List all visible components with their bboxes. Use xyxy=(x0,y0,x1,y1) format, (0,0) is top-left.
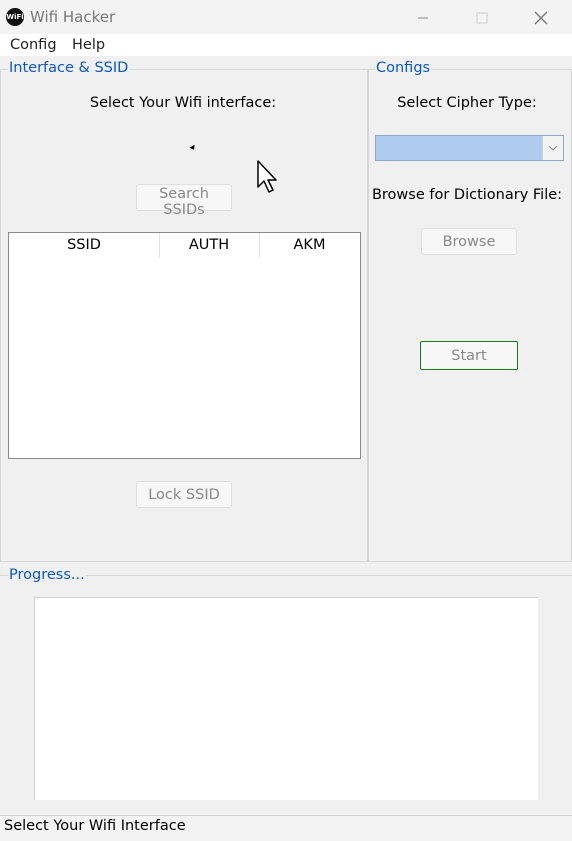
status-text: Select Your Wifi Interface xyxy=(4,818,186,834)
mouse-cursor-icon xyxy=(257,160,277,193)
search-ssids-button[interactable]: Search SSIDs xyxy=(136,184,232,218)
section-separator xyxy=(0,561,572,562)
dictionary-file-label: Browse for Dictionary File: xyxy=(371,187,563,203)
lock-ssid-button[interactable]: Lock SSID xyxy=(136,481,232,508)
browse-button[interactable]: Browse xyxy=(421,228,517,255)
cipher-type-select[interactable] xyxy=(375,135,564,161)
column-header-auth[interactable]: AUTH xyxy=(159,233,259,258)
column-header-ssid[interactable]: SSID xyxy=(9,233,159,258)
progress-log-area[interactable] xyxy=(34,597,538,800)
menu-config[interactable]: Config xyxy=(10,37,57,53)
minimize-icon xyxy=(418,17,428,18)
ssid-table[interactable]: SSID AUTH AKM xyxy=(8,232,361,459)
minimize-button[interactable] xyxy=(400,0,446,34)
configs-group-title: Configs xyxy=(375,60,432,76)
menu-help[interactable]: Help xyxy=(72,37,105,53)
progress-group-title: Progress... xyxy=(8,567,86,583)
cipher-dropdown-button[interactable] xyxy=(542,136,563,160)
chevron-down-icon xyxy=(548,145,558,151)
start-button[interactable]: Start xyxy=(420,341,518,370)
interface-dropdown-indicator-icon[interactable] xyxy=(189,144,197,152)
window-title: Wifi Hacker xyxy=(30,8,116,26)
progress-group-top-border xyxy=(0,575,572,576)
interface-group-left-border xyxy=(0,69,1,561)
close-button[interactable] xyxy=(518,0,564,34)
group-divider xyxy=(367,69,369,561)
column-header-akm[interactable]: AKM xyxy=(259,233,360,258)
maximize-icon xyxy=(476,12,488,23)
close-icon xyxy=(534,11,548,24)
cipher-type-label: Select Cipher Type: xyxy=(397,95,537,111)
wifi-interface-label: Select Your Wifi interface: xyxy=(89,95,277,111)
app-wifi-icon: WiFi xyxy=(6,8,24,26)
maximize-button[interactable] xyxy=(459,0,505,34)
interface-group-title: Interface & SSID xyxy=(8,60,130,76)
